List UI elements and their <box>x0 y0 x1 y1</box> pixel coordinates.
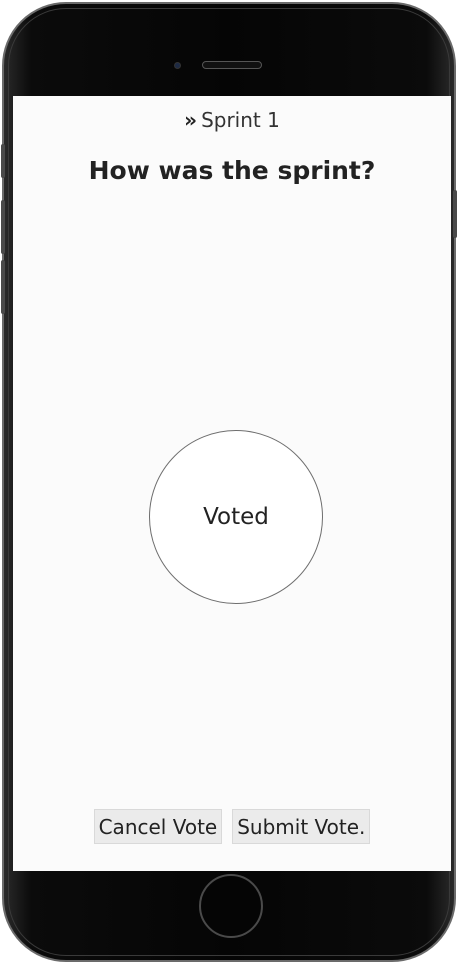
vote-actions: Cancel Vote Submit Vote. <box>13 809 451 844</box>
vote-status-label: Voted <box>203 504 269 530</box>
sprint-breadcrumb: » Sprint 1 <box>13 108 451 132</box>
double-chevron-right-icon: » <box>184 108 198 132</box>
mute-switch <box>1 144 5 178</box>
sprint-label: Sprint 1 <box>201 108 280 132</box>
vote-circle[interactable]: Voted <box>149 430 323 604</box>
page-title: How was the sprint? <box>88 156 376 185</box>
phone-frame: » Sprint 1 How was the sprint? Voted Canc… <box>1 2 457 962</box>
submit-vote-button[interactable]: Submit Vote. <box>232 809 371 844</box>
home-button[interactable] <box>199 874 263 938</box>
power-button <box>453 190 457 238</box>
app-screen: » Sprint 1 How was the sprint? Voted Canc… <box>13 96 451 871</box>
front-camera-icon <box>174 62 181 69</box>
volume-up-button <box>1 200 5 254</box>
volume-down-button <box>1 260 5 314</box>
cancel-vote-button[interactable]: Cancel Vote <box>93 809 223 844</box>
earpiece-speaker <box>202 61 262 69</box>
